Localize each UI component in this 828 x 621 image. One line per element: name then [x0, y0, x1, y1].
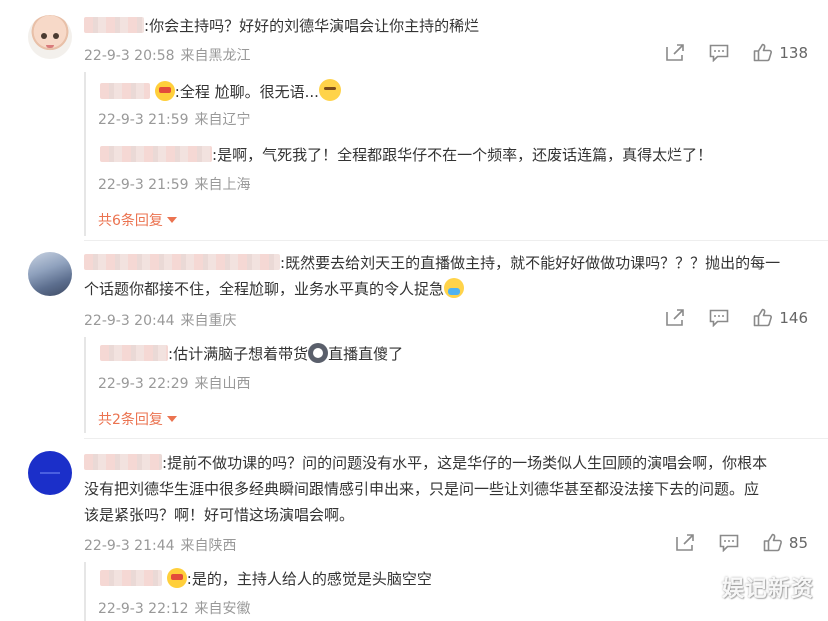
reply-text: :估计满脑子想着带货 直播直傻了 — [100, 343, 403, 365]
reply-thread-line — [84, 337, 86, 433]
like-count: 138 — [779, 43, 808, 62]
reply-text: :全程 尬聊。很无语... — [100, 79, 341, 103]
username[interactable] — [100, 345, 168, 361]
comment-text: :你会主持吗？好好的刘德华演唱会让你主持的稀烂 — [84, 13, 479, 39]
location: 来自安徽 — [194, 601, 251, 617]
divider — [84, 240, 828, 241]
like-button[interactable]: 146 — [753, 308, 808, 327]
share-button[interactable] — [665, 308, 685, 327]
timestamp: 22-9-3 21:44 — [84, 538, 175, 554]
username[interactable] — [84, 17, 144, 33]
like-button[interactable]: 138 — [753, 43, 808, 62]
username[interactable] — [84, 454, 162, 470]
comment-icon — [719, 534, 739, 552]
reply-thread-line — [84, 72, 86, 236]
crying-face-emoji-icon — [444, 278, 465, 298]
avatar[interactable] — [28, 451, 72, 495]
avatar[interactable] — [28, 15, 72, 59]
comment-meta: 22-9-3 21:44 来自陕西 — [84, 535, 243, 555]
share-icon — [676, 533, 694, 551]
share-icon — [666, 308, 685, 326]
watermark: 娱记新资 — [721, 577, 814, 602]
comment-icon — [710, 44, 729, 62]
comment-actions: 85 — [651, 533, 808, 552]
username[interactable] — [100, 83, 150, 99]
location: 来自重庆 — [180, 313, 237, 329]
crown-badge-icon — [154, 81, 175, 101]
location: 来自上海 — [194, 177, 251, 193]
like-count: 146 — [779, 308, 808, 327]
comment-meta: 22-9-3 20:58 来自黑龙江 — [84, 45, 257, 65]
timestamp: 22-9-3 20:58 — [84, 48, 175, 64]
share-icon — [666, 43, 685, 61]
comment-button[interactable] — [709, 44, 729, 62]
share-button[interactable] — [665, 43, 685, 62]
share-button[interactable] — [675, 533, 695, 552]
reply-meta: 22-9-3 22:12 来自安徽 — [98, 598, 257, 618]
reply-thread-line — [84, 562, 86, 621]
timestamp: 22-9-3 22:29 — [98, 376, 189, 392]
thumbs-up-icon — [754, 43, 773, 62]
location: 来自陕西 — [180, 538, 237, 554]
avatar[interactable] — [28, 252, 72, 296]
comment-icon — [710, 309, 729, 327]
thinking-face-emoji-icon — [318, 79, 341, 101]
comment-actions: 138 — [641, 43, 808, 62]
timestamp: 22-9-3 20:44 — [84, 313, 175, 329]
reply-text: :是的，主持人给人的感觉是头脑空空 — [100, 568, 432, 590]
divider — [84, 438, 828, 439]
location: 来自山西 — [194, 376, 251, 392]
shocked-face-emoji-icon — [308, 343, 329, 363]
timestamp: 22-9-3 21:59 — [98, 177, 189, 193]
reply-meta: 22-9-3 21:59 来自辽宁 — [98, 109, 257, 129]
more-replies-link[interactable]: 共6条回复 — [98, 210, 177, 230]
like-button[interactable]: 85 — [763, 533, 808, 552]
like-count: 85 — [788, 533, 808, 552]
thumbs-up-icon — [763, 533, 782, 552]
comment-text: :提前不做功课的吗？问的问题没有水平，这是华仔的一场类似人生回顾的演唱会啊，你根… — [84, 454, 768, 524]
reply-meta: 22-9-3 22:29 来自山西 — [98, 373, 257, 393]
comment-button[interactable] — [719, 534, 739, 552]
reply-text: :是啊，气死我了！全程都跟华仔不在一个频率，还废话连篇，真得太烂了！ — [100, 144, 712, 166]
caret-down-icon — [166, 217, 177, 223]
comment-text: :既然要去给刘天王的直播做主持，就不能好好做做功课吗？？？抛出的每一 个话题你都… — [84, 254, 781, 298]
username[interactable] — [84, 254, 280, 270]
timestamp: 22-9-3 21:59 — [98, 112, 189, 128]
caret-down-icon — [166, 416, 177, 422]
location: 来自黑龙江 — [180, 48, 251, 64]
reply-meta: 22-9-3 21:59 来自上海 — [98, 174, 257, 194]
timestamp: 22-9-3 22:12 — [98, 601, 189, 617]
comment-meta: 22-9-3 20:44 来自重庆 — [84, 310, 243, 330]
more-replies-link[interactable]: 共2条回复 — [98, 409, 177, 429]
comment-actions: 146 — [641, 308, 808, 327]
thumbs-up-icon — [754, 308, 773, 327]
location: 来自辽宁 — [194, 112, 251, 128]
crown-badge-icon — [166, 568, 187, 588]
username[interactable] — [100, 146, 212, 162]
comment-button[interactable] — [709, 309, 729, 327]
username[interactable] — [100, 570, 162, 586]
